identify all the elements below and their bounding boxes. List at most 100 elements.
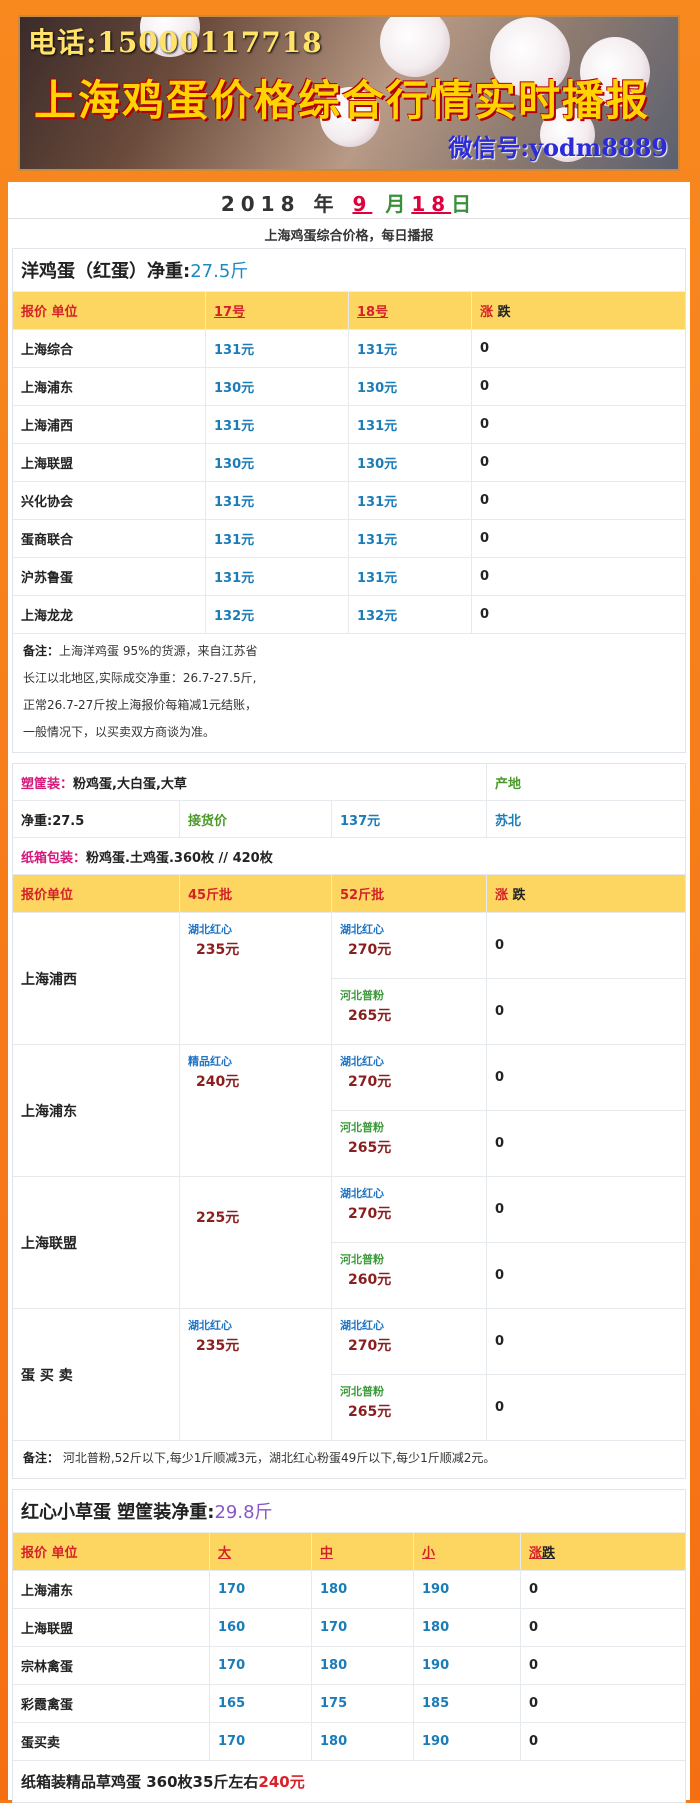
price-17: 131元 — [205, 405, 349, 444]
row-unit: 上海联盟 — [13, 443, 206, 482]
grade-label: 湖北红心 — [188, 923, 232, 936]
price-17: 131元 — [205, 519, 349, 558]
date-bar: 2018 年 9 月18日 — [8, 182, 690, 219]
price-18: 131元 — [348, 329, 472, 368]
row-unit: 蛋 买 卖 — [13, 1308, 180, 1441]
row-unit: 上海联盟 — [13, 1176, 180, 1309]
section-foreign-eggs: 洋鸡蛋（红蛋）净重:27.5斤 报价 单位 17号 18号 涨 跌 上海综合 13… — [12, 248, 686, 753]
row-unit: 上海浦西 — [13, 405, 206, 444]
table-row: 上海浦东 130元 130元 0 — [13, 367, 685, 406]
table-header: 报价 单位 大 中 小 涨跌 — [13, 1533, 685, 1571]
section-title: 红心小草蛋 塑筐装净重:29.8斤 — [13, 1490, 685, 1533]
grade-label: 精品红心 — [188, 1055, 232, 1068]
origin-value: 苏北 — [486, 800, 685, 838]
crate-row: 净重:27.5 接货价 137元 苏北 — [13, 800, 685, 838]
banner-title: 上海鸡蛋价格综合行情实时播报 — [34, 76, 651, 125]
section-title-label: 红心小草蛋 塑筐装净重: — [21, 1502, 215, 1523]
pack-value: 粉鸡蛋,大白蛋,大草 — [73, 776, 187, 792]
grade-label: 湖北红心 — [340, 1187, 384, 1200]
price-52: 湖北红心 270元 — [331, 1176, 487, 1243]
price-medium: 180 — [311, 1570, 414, 1609]
col-header: 涨 跌 — [471, 292, 685, 330]
change-value: 0 — [471, 443, 685, 482]
phone-number: 电话:15000117718 — [28, 26, 323, 59]
change-value: 0 — [471, 595, 685, 634]
price-table: 报价 单位 大 中 小 涨跌 上海浦东 170 180 190 0 上海联盟 160 170 1… — [13, 1533, 685, 1761]
price-52: 湖北红心 270元 — [331, 1044, 487, 1111]
weight-label: 净重:27.5 — [13, 800, 180, 838]
carton-price-table: 报价单位 45斤批 52斤批 涨 跌 上海浦西 湖北红心 235元 湖北红心 270元 0… — [13, 875, 685, 1441]
price-medium: 175 — [311, 1684, 414, 1723]
date-month: 9 — [352, 192, 373, 216]
table-row: 上海浦西 湖北红心 235元 湖北红心 270元 0 — [13, 912, 685, 1045]
grade-label: 河北普粉 — [340, 989, 384, 1002]
price-value: 270元 — [348, 1206, 392, 1222]
price-large: 165 — [209, 1684, 312, 1723]
price-18: 131元 — [348, 481, 472, 520]
price-52: 河北普粉 265元 — [331, 1374, 487, 1441]
origin-label: 产地 — [486, 764, 685, 801]
main-content: 2018 年 9 月18日 上海鸡蛋综合价格，每日播报 洋鸡蛋（红蛋）净重:27… — [8, 182, 690, 1803]
col-header: 45斤批 — [179, 875, 332, 913]
change-value: 0 — [471, 557, 685, 596]
price-17: 131元 — [205, 329, 349, 368]
col-header: 52斤批 — [331, 875, 487, 913]
wechat-id: 微信号:yodm8889 — [448, 133, 668, 162]
price-17: 131元 — [205, 557, 349, 596]
date-day-unit: 日 — [451, 192, 478, 216]
table-row: 彩霞禽蛋 165 175 185 0 — [13, 1684, 685, 1723]
row-unit: 上海联盟 — [13, 1608, 210, 1647]
table-row: 蛋买卖 170 180 190 0 — [13, 1722, 685, 1761]
row-unit: 上海浦西 — [13, 912, 180, 1045]
price-52: 湖北红心 270元 — [331, 1308, 487, 1375]
fall-label: 跌 — [542, 1546, 556, 1561]
price-value: 260元 — [348, 1272, 392, 1288]
change-value: 0 — [520, 1646, 685, 1685]
price-18: 132元 — [348, 595, 472, 634]
carton-row: 纸箱包装：粉鸡蛋.土鸡蛋.360枚 // 420枚 — [13, 837, 685, 875]
change-value: 0 — [486, 1176, 685, 1243]
receive-label: 接货价 — [179, 800, 332, 838]
date-year: 2018 — [220, 192, 301, 216]
price-value: 265元 — [348, 1140, 392, 1156]
price-45: 精品红心 240元 — [179, 1044, 332, 1177]
row-unit: 上海龙龙 — [13, 595, 206, 634]
table-row: 上海联盟 130元 130元 0 — [13, 443, 685, 482]
fall-label: 跌 — [512, 888, 526, 903]
price-17: 131元 — [205, 481, 349, 520]
crate-info-table: 塑筐装：粉鸡蛋,大白蛋,大草 产地 净重:27.5 接货价 137元 苏北 纸箱… — [13, 764, 685, 875]
col-header: 中 — [311, 1533, 414, 1571]
row-unit: 蛋商联合 — [13, 519, 206, 558]
change-value: 0 — [486, 1308, 685, 1375]
net-weight: 27.5斤 — [190, 261, 249, 282]
change-value: 0 — [486, 1110, 685, 1177]
change-value: 0 — [486, 912, 685, 979]
table-row: 上海龙龙 132元 132元 0 — [13, 595, 685, 634]
price-value: 235元 — [196, 942, 240, 958]
row-unit: 蛋买卖 — [13, 1722, 210, 1761]
table-row: 蛋 买 卖湖北红心 235元 湖北红心 270元 0 — [13, 1308, 685, 1441]
price-52: 河北普粉 265元 — [331, 978, 487, 1045]
row-unit: 彩霞禽蛋 — [13, 1684, 210, 1723]
change-value: 0 — [486, 1374, 685, 1441]
price-large: 170 — [209, 1722, 312, 1761]
price-small: 190 — [413, 1722, 521, 1761]
pack-cell: 塑筐装：粉鸡蛋,大白蛋,大草 — [13, 764, 487, 801]
col-header-text: 17号 — [214, 305, 246, 320]
section-plastic-crate: 塑筐装：粉鸡蛋,大白蛋,大草 产地 净重:27.5 接货价 137元 苏北 纸箱… — [12, 763, 686, 1479]
col-header: 小 — [413, 1533, 521, 1571]
change-value: 0 — [471, 519, 685, 558]
col-header-text: 18号 — [357, 305, 389, 320]
price-value: 270元 — [348, 942, 392, 958]
price-medium: 170 — [311, 1608, 414, 1647]
change-value: 0 — [471, 405, 685, 444]
change-value: 0 — [471, 329, 685, 368]
table-row: 上海联盟 160 170 180 0 — [13, 1608, 685, 1647]
note-line: 正常26.7-27斤按上海报价每箱减1元结账， — [23, 698, 257, 712]
grade-label: 湖北红心 — [340, 923, 384, 936]
change-value: 0 — [520, 1722, 685, 1761]
change-value: 0 — [486, 978, 685, 1045]
table-row: 宗林禽蛋 170 180 190 0 — [13, 1646, 685, 1685]
change-value: 0 — [471, 367, 685, 406]
col-header-text: 小 — [422, 1546, 436, 1561]
